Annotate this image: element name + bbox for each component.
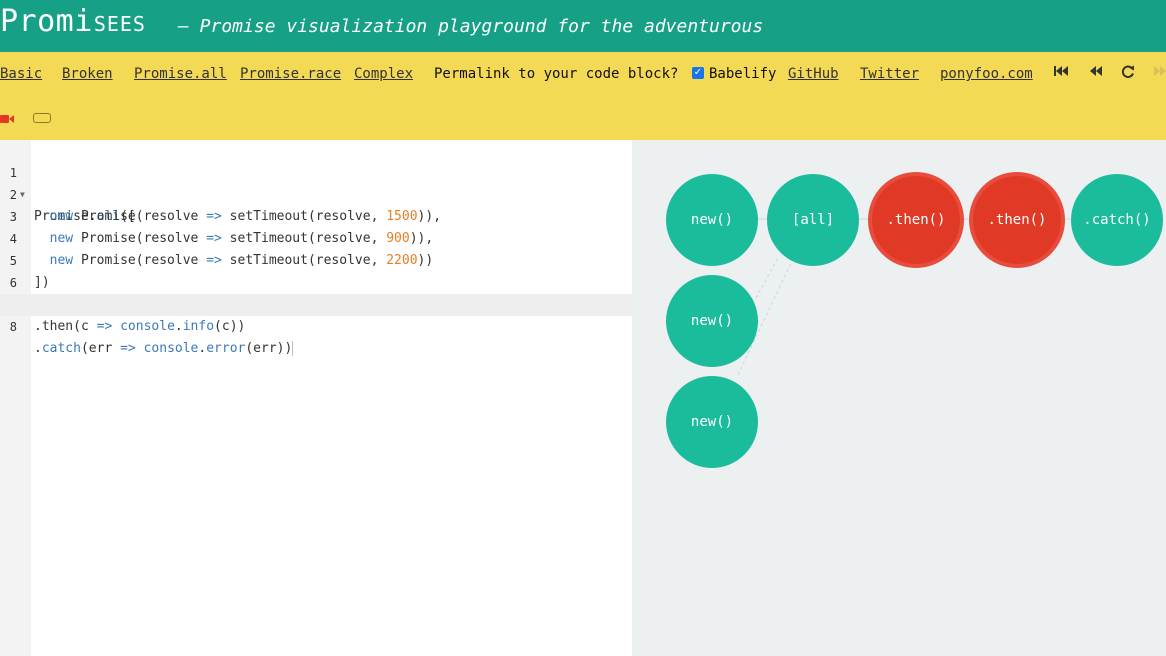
line-number: 8	[9, 320, 17, 334]
step-back-icon[interactable]	[1086, 64, 1106, 84]
promise-node-then-rejected[interactable]: .then()	[969, 172, 1065, 268]
promise-node-new[interactable]: new()	[666, 275, 758, 367]
promise-node-all[interactable]: [all]	[767, 174, 859, 266]
record-camera-icon[interactable]	[0, 112, 14, 123]
tagline: — Promise visualization playground for t…	[178, 16, 764, 37]
app-logo[interactable]: PromiSEES	[0, 4, 146, 39]
toolbar: Basic Broken Promise.all Promise.race Co…	[0, 52, 1166, 140]
code-text: .then(c => console.info(c))	[34, 319, 246, 334]
step-forward-icon[interactable]	[1150, 64, 1166, 84]
babelify-label: Babelify	[709, 66, 777, 82]
example-link-promise-race[interactable]: Promise.race	[240, 66, 341, 82]
example-link-promise-all[interactable]: Promise.all	[134, 66, 227, 82]
code-line[interactable]: 4 new Promise(resolve => setTimeout(reso…	[0, 206, 632, 268]
code-line[interactable]: 3 new Promise(resolve => setTimeout(reso…	[0, 184, 632, 246]
code-line[interactable]: 1 ▼ Promise.all([	[0, 140, 632, 224]
babelify-checkbox[interactable]: ✓	[692, 67, 704, 79]
brand-main: Promi	[0, 4, 93, 39]
toggle-icon[interactable]	[33, 113, 51, 123]
code-line-active[interactable]: 8 .catch(err => console.error(err))	[0, 294, 632, 356]
code-line[interactable]: 2 new Promise(resolve => setTimeout(reso…	[0, 162, 632, 224]
replay-icon[interactable]	[1118, 64, 1138, 84]
github-link[interactable]: GitHub	[788, 66, 839, 82]
permalink-text: Permalink to your code block?	[434, 66, 679, 82]
code-text: .catch(err => console.error(err))	[34, 341, 294, 356]
promise-node-catch[interactable]: .catch()	[1071, 174, 1163, 266]
example-link-basic[interactable]: Basic	[0, 66, 42, 82]
code-editor[interactable]: 1 ▼ Promise.all([ 2 new Promise(resolve …	[0, 140, 632, 656]
promise-node-then-rejected[interactable]: .then()	[868, 172, 964, 268]
app-header: PromiSEES — Promise visualization playgr…	[0, 0, 1166, 52]
skip-to-start-icon[interactable]	[1051, 64, 1071, 84]
example-link-broken[interactable]: Broken	[62, 66, 113, 82]
promise-node-new[interactable]: new()	[666, 174, 758, 266]
twitter-link[interactable]: Twitter	[860, 66, 919, 82]
text-cursor	[292, 341, 294, 356]
example-link-complex[interactable]: Complex	[354, 66, 413, 82]
code-line[interactable]: 7 .then(c => console.info(c))	[0, 272, 632, 334]
ponyfoo-link[interactable]: ponyfoo.com	[940, 66, 1033, 82]
promise-node-new[interactable]: new()	[666, 376, 758, 468]
brand-sub: SEES	[93, 12, 146, 36]
code-line[interactable]: 6 .then(results => results.length.b.c)	[0, 250, 632, 312]
code-line[interactable]: 5 ])	[0, 228, 632, 290]
visualization-stage: new() [all] .then() .then() .catch() new…	[632, 140, 1166, 656]
